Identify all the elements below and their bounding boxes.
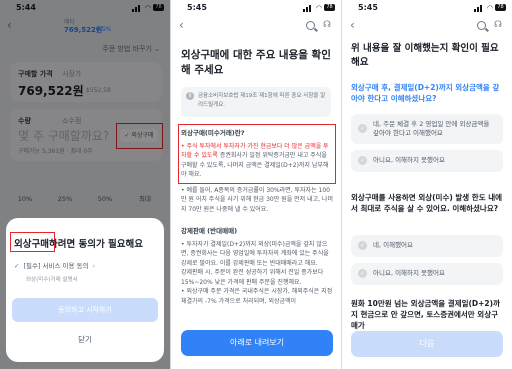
definition-section: 외상구매(미수거래)란? • 주식 투자에서 투자자가 가진 현금보다 더 많은…: [181, 129, 333, 214]
content-fade: [171, 300, 341, 330]
page-title: 외상구매에 대한 주요 내용을 확인해 주세요: [181, 49, 331, 76]
option-label: 아니요, 이해하지 못했어요: [373, 156, 445, 164]
wifi-icon: ◠: [315, 4, 322, 12]
q2-option-no[interactable]: ✓ 아니요, 이해하지 못했어요: [351, 263, 503, 285]
q1-option-yes[interactable]: ✓ 네, 주문 체결 후 2 영업일 안에 외상금액을 갚아야 한다고 이해했어…: [351, 114, 503, 144]
page-title: 위 내용을 잘 이해했는지 확인이 필요해요: [351, 43, 499, 68]
forced-sale-text-1: • 투자자가 결제일(D+2)까지 외상(미수)금액을 갚지 않으면, 증권회사…: [181, 240, 329, 267]
battery-icon: 78: [324, 4, 335, 11]
q1-option-no[interactable]: ✓ 아니요, 이해하지 못했어요: [351, 150, 503, 172]
status-bar: 5:45 ◠ 78: [342, 0, 512, 16]
notice-text: 금융소비자보호법 제19조 제1항에 따른 중요 사항을 알려드릴게요.: [198, 93, 326, 108]
q2-option-yes[interactable]: ✓ 네, 이해했어요: [351, 235, 503, 257]
radio-check-icon: ✓: [358, 156, 367, 165]
order-screen-panel: 5:44 ◠ 78 ‹ 메타 769,522원 0.5% 주문 방법 바꾸기 ⌄…: [0, 0, 170, 369]
consent-label: [필수] 서비스 이용 동의: [23, 262, 89, 270]
back-chevron-icon[interactable]: ‹: [179, 18, 184, 32]
option-label: 네, 주문 체결 후 2 영업일 안에 외상금액을 갚아야 한다고 이해했어요: [373, 120, 490, 137]
headset-icon[interactable]: ☊: [494, 20, 502, 30]
nav-header: ‹ ☊: [342, 16, 512, 38]
info-icon: i: [186, 92, 194, 100]
question-3: 원화 10만원 넘는 외상금액을 결제일(D+2)까지 현금으로 안 갚으면, …: [351, 299, 500, 330]
notice-box: i 금융소비자보호법 제19조 제1항에 따른 중요 사항을 알려드릴게요.: [181, 87, 331, 117]
chevron-right-icon: ›: [92, 262, 96, 270]
headset-icon[interactable]: ☊: [323, 20, 331, 30]
forced-sale-heading: 강제판매 (반대매매): [181, 227, 238, 235]
option-label: 네, 이해했어요: [373, 241, 414, 249]
definition-example: • 예를 들어, A종목의 증거금률이 30%라면, 투자자는 100만 원 어…: [181, 186, 333, 213]
consent-bottom-sheet: 외상구매하려면 동의가 필요해요 ✓ [필수] 서비스 이용 동의 › 외상(미수)…: [6, 218, 164, 362]
search-icon[interactable]: [306, 21, 315, 30]
radio-check-icon: ✓: [358, 269, 367, 278]
back-chevron-icon[interactable]: ‹: [350, 18, 355, 32]
check-icon: ✓: [14, 262, 20, 270]
forced-sale-text-2: 강제판매 시, 주문이 완전 성공하기 위해서 전일 종가보다 15%~20% …: [181, 269, 324, 286]
wifi-icon: ◠: [486, 4, 493, 12]
battery-icon: 78: [495, 4, 506, 11]
close-button[interactable]: 닫기: [12, 330, 158, 350]
signal-icon: [303, 5, 313, 12]
forced-sale-section: 강제판매 (반대매매) • 투자자가 결제일(D+2)까지 외상(미수)금액을 …: [181, 227, 333, 306]
status-bar: 5:45 ◠ 78: [171, 0, 341, 16]
search-icon[interactable]: [477, 21, 486, 30]
radio-check-icon: ✓: [358, 124, 367, 133]
question-2: 외상구매를 사용하면 외상(미수) 발생 한도 내에서 최대로 주식을 살 수 …: [351, 193, 503, 213]
scroll-down-button[interactable]: 아래로 내려보기: [181, 330, 333, 356]
signal-icon: [474, 5, 484, 12]
status-time: 5:45: [358, 3, 378, 12]
sheet-title: 외상구매하려면 동의가 필요해요: [14, 239, 143, 250]
option-label: 아니요, 이해하지 못했어요: [373, 269, 445, 277]
question-1: 외상구매 후, 결제일(D+2)까지 외상금액을 갚아야 한다고 이해하셨나요?: [351, 83, 500, 103]
radio-check-icon: ✓: [358, 241, 367, 250]
agree-start-button[interactable]: 동의하고 시작하기: [12, 298, 158, 322]
consent-sub-item[interactable]: 외상(미수)거래 설명서: [26, 275, 78, 283]
consent-check-item[interactable]: ✓ [필수] 서비스 이용 동의 ›: [14, 260, 95, 270]
next-button[interactable]: 다음: [351, 331, 503, 357]
status-time: 5:45: [187, 3, 207, 12]
quiz-panel: 5:45 ◠ 78 ‹ ☊ 위 내용을 잘 이해했는지 확인이 필요해요 외상구…: [342, 0, 512, 369]
nav-header: ‹ ☊: [171, 16, 341, 38]
definition-heading: 외상구매(미수거래)란?: [181, 129, 245, 137]
disclosure-panel: 5:45 ◠ 78 ‹ ☊ 외상구매에 대한 주요 내용을 확인해 주세요 i …: [171, 0, 341, 369]
